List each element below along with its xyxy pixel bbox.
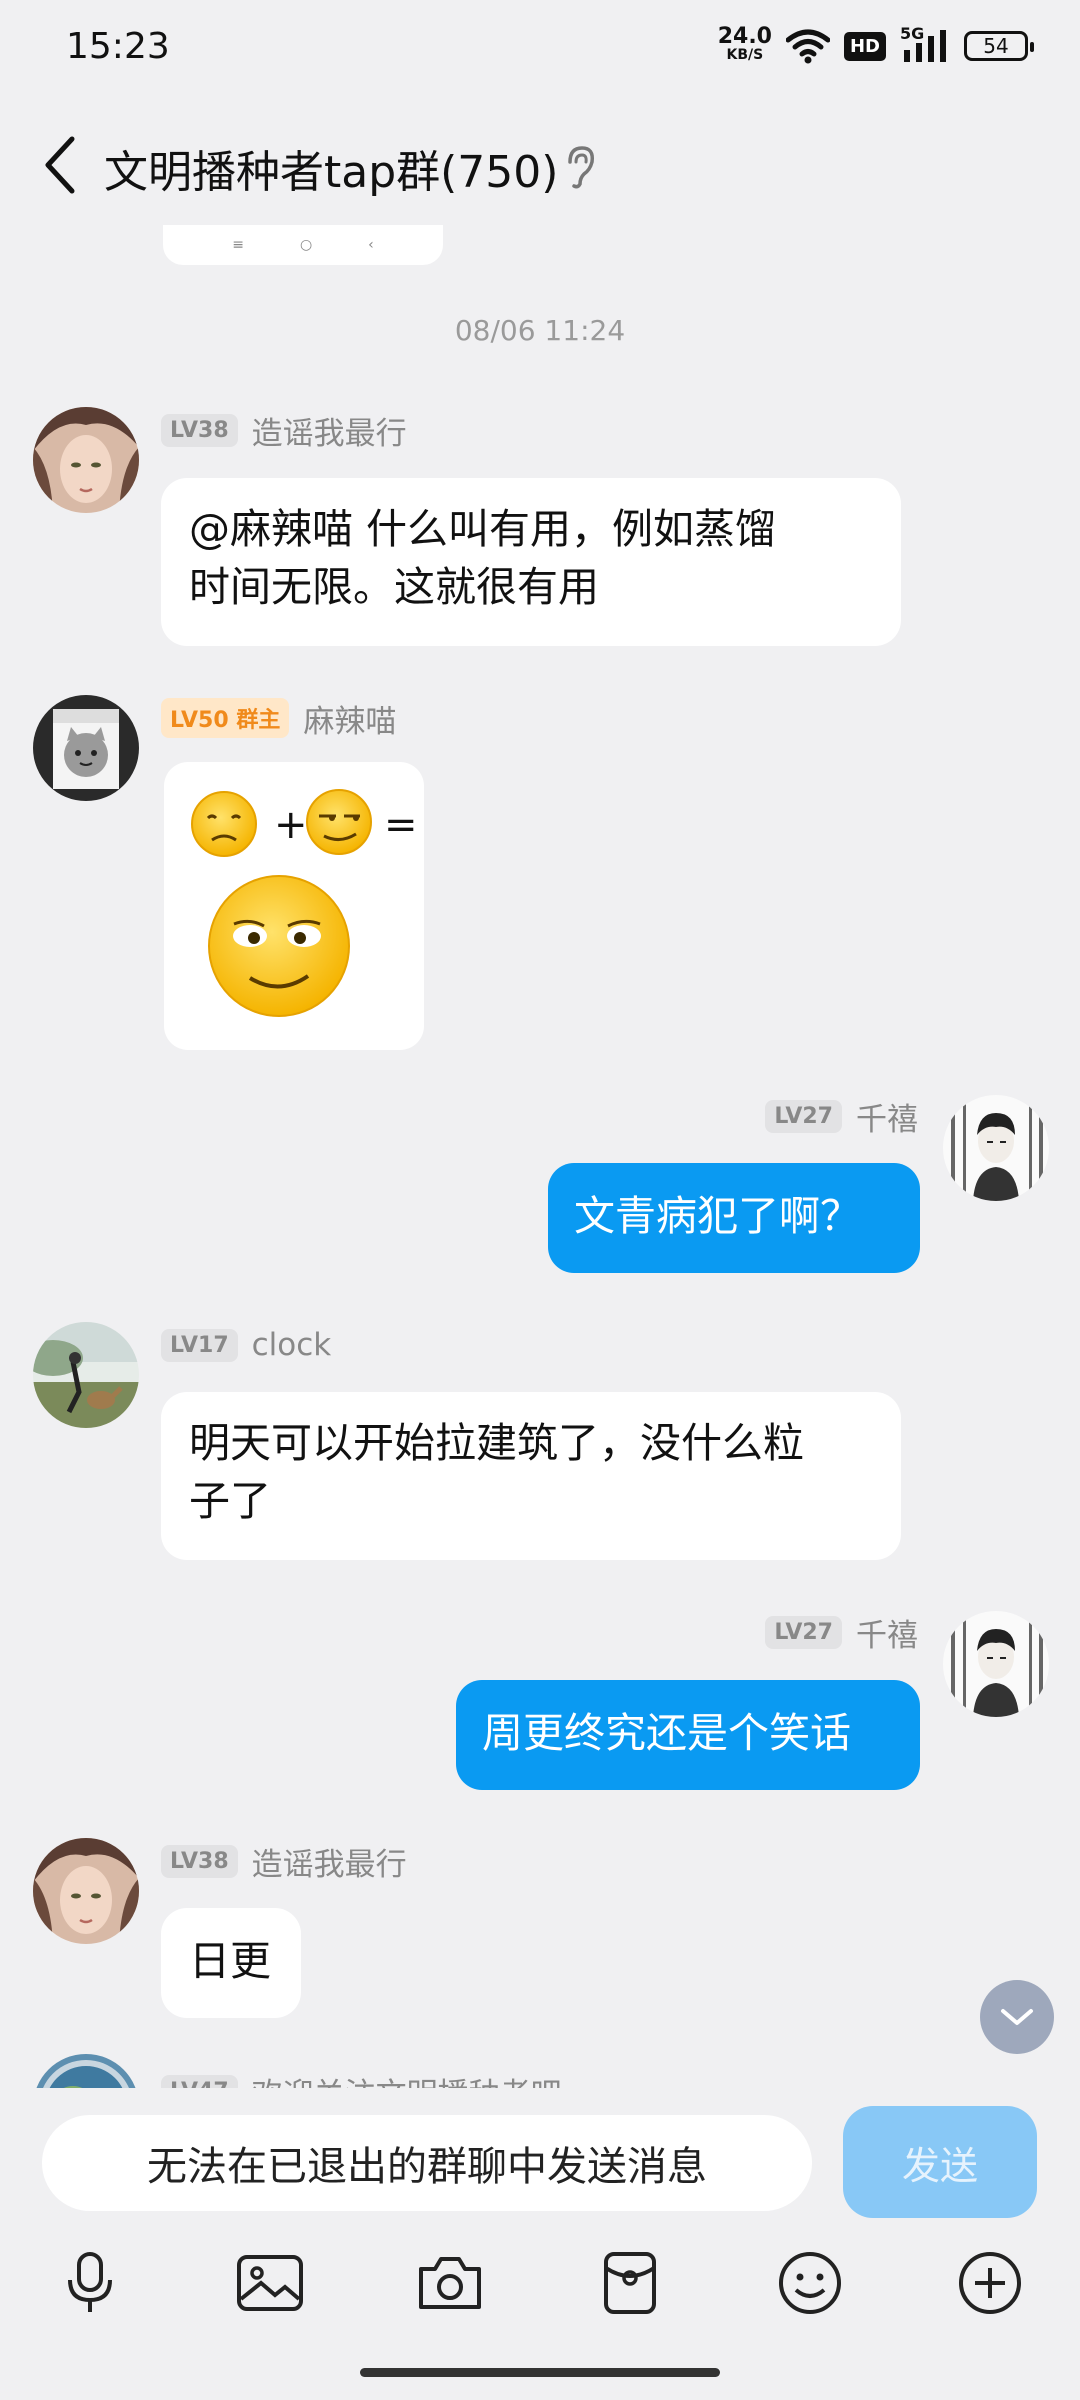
image-button[interactable]: [230, 2243, 310, 2323]
chevron-down-icon: [1001, 2009, 1033, 2025]
plus-icon: [959, 2252, 1021, 2314]
net-speed-unit: KB/S: [726, 47, 764, 63]
menu-icon: ≡: [232, 237, 244, 253]
status-time: 15:23: [66, 26, 170, 67]
message-text: @麻辣喵 什么叫有用，例如蒸馏: [189, 505, 777, 553]
message-meta: LV27 千禧: [765, 1093, 918, 1139]
message-input[interactable]: 无法在已退出的群聊中发送消息: [42, 2115, 812, 2211]
chevron-left-icon: [45, 136, 75, 194]
home-icon: ○: [299, 237, 313, 253]
message-meta: LV50 群主 麻辣喵: [161, 695, 396, 741]
sender-name[interactable]: 欢迎关注文明播种者吧: [252, 2069, 562, 2089]
avatar[interactable]: [33, 695, 139, 801]
message-meta: LV17 clock: [161, 1322, 331, 1368]
wifi-icon: [785, 29, 830, 64]
red-packet-icon: [604, 2252, 656, 2314]
level-badge: LV27: [765, 1615, 842, 1649]
emoji-icon: [779, 2252, 841, 2314]
message-text: 明天可以开始拉建筑了，没什么粒: [189, 1419, 804, 1467]
microphone-button[interactable]: [50, 2243, 130, 2323]
signal-icon: 5G: [900, 24, 950, 64]
owner-badge: LV50 群主: [161, 698, 290, 738]
message-bubble[interactable]: 日更: [161, 1908, 301, 2018]
sender-name[interactable]: 造谣我最行: [252, 408, 407, 453]
level-badge: LV27: [765, 1099, 842, 1133]
sender-name[interactable]: 千禧: [856, 1610, 918, 1655]
message-bubble[interactable]: 文青病犯了啊？: [548, 1163, 920, 1273]
message-bubble[interactable]: @麻辣喵 什么叫有用，例如蒸馏 时间无限。这就很有用: [161, 478, 901, 646]
level-badge: LV47: [161, 2074, 238, 2088]
scroll-down-button[interactable]: [980, 1980, 1054, 2054]
sticker-message[interactable]: + =: [164, 762, 424, 1050]
avatar[interactable]: [33, 1838, 139, 1944]
partial-message: LV47 欢迎关注文明播种者吧: [0, 2050, 1080, 2088]
svg-text:=: =: [384, 802, 418, 848]
sender-name[interactable]: 造谣我最行: [252, 1839, 407, 1884]
avatar[interactable]: [33, 1322, 139, 1428]
status-icons: 24.0 KB/S HD 5G 54: [717, 24, 1034, 68]
avatar[interactable]: [943, 1611, 1049, 1717]
level-badge: LV38: [161, 1844, 238, 1878]
message-meta: LV38 造谣我最行: [161, 407, 407, 453]
battery-icon: 54: [964, 31, 1034, 61]
level-badge: LV17: [161, 1328, 238, 1362]
avatar[interactable]: [33, 407, 139, 513]
message-meta: LV47 欢迎关注文明播种者吧: [161, 2068, 562, 2088]
level-badge-text: LV50: [170, 708, 229, 733]
svg-text:+: +: [274, 802, 308, 848]
level-badge: LV38: [161, 413, 238, 447]
camera-icon: [419, 2257, 481, 2309]
back-icon: ‹: [368, 237, 374, 253]
home-indicator[interactable]: [360, 2368, 720, 2377]
message-text: 子了: [189, 1477, 271, 1525]
emoji-button[interactable]: [770, 2243, 850, 2323]
sender-name[interactable]: 千禧: [856, 1094, 918, 1139]
message-bubble[interactable]: 周更终究还是个笑话: [456, 1680, 920, 1790]
hd-badge: HD: [843, 31, 886, 61]
avatar[interactable]: [943, 1095, 1049, 1201]
message-bubble[interactable]: 明天可以开始拉建筑了，没什么粒 子了: [161, 1392, 901, 1560]
plus-button[interactable]: [950, 2243, 1030, 2323]
message-timestamp: 08/06 11:24: [454, 314, 626, 347]
message-meta: LV38 造谣我最行: [161, 1838, 407, 1884]
group-title[interactable]: 文明播种者tap群(750): [104, 136, 558, 200]
message-text: 文青病犯了啊？: [574, 1192, 861, 1240]
message-text: 周更终究还是个笑话: [482, 1709, 851, 1757]
ear-icon[interactable]: [560, 142, 600, 192]
avatar[interactable]: [33, 2054, 139, 2088]
camera-button[interactable]: [410, 2243, 490, 2323]
sender-name[interactable]: clock: [252, 1327, 332, 1363]
net-speed-value: 24.0: [717, 24, 772, 49]
back-button[interactable]: [30, 125, 90, 205]
message-text: 时间无限。这就很有用: [189, 563, 599, 611]
image-icon: [237, 2255, 303, 2311]
message-meta: LV27 千禧: [765, 1609, 918, 1655]
microphone-icon: [68, 2252, 112, 2312]
battery-level: 54: [983, 34, 1009, 58]
net-speed: 24.0 KB/S: [717, 24, 772, 64]
owner-role: 群主: [236, 708, 281, 733]
sender-name[interactable]: 麻辣喵: [303, 696, 396, 741]
message-text: 日更: [189, 1937, 271, 1985]
red-packet-button[interactable]: [590, 2243, 670, 2323]
emoji-equation-sticker: + =: [191, 789, 418, 1017]
previous-message-card: ≡ ○ ‹: [163, 225, 443, 265]
send-button[interactable]: 发送: [843, 2106, 1037, 2218]
